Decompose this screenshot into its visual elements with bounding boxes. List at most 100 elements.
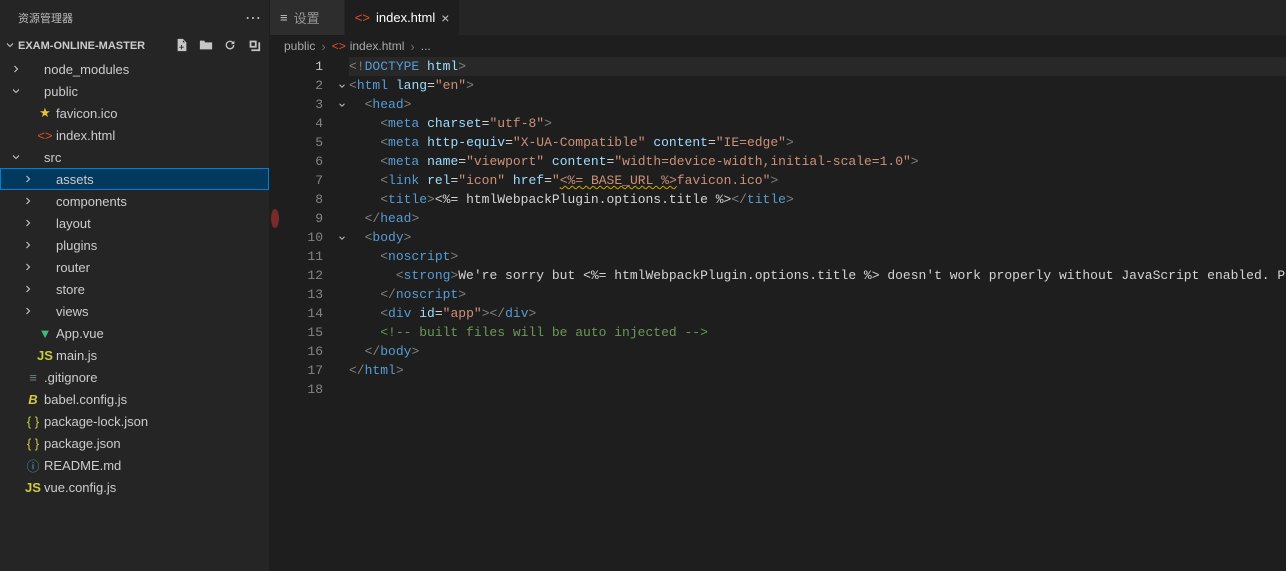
tree-folder[interactable]: views: [0, 300, 269, 322]
breakpoint-slot[interactable]: [270, 323, 280, 342]
breakpoint-slot[interactable]: [270, 228, 280, 247]
line-number[interactable]: 18: [280, 380, 323, 399]
code-line[interactable]: <body>: [349, 228, 1286, 247]
breakpoint-slot[interactable]: [270, 114, 280, 133]
code-line[interactable]: </noscript>: [349, 285, 1286, 304]
chevron-right-icon[interactable]: [20, 261, 36, 273]
tree-file[interactable]: Bbabel.config.js: [0, 388, 269, 410]
tab[interactable]: ≡设置×: [270, 0, 345, 35]
fold-marker[interactable]: [335, 285, 349, 304]
breakpoint-gutter[interactable]: [270, 57, 280, 571]
line-number[interactable]: 15: [280, 323, 323, 342]
line-number[interactable]: 11: [280, 247, 323, 266]
chevron-right-icon[interactable]: [20, 283, 36, 295]
chevron-right-icon[interactable]: [20, 195, 36, 207]
close-icon[interactable]: ×: [441, 10, 449, 26]
fold-marker[interactable]: [335, 171, 349, 190]
tree-folder[interactable]: router: [0, 256, 269, 278]
code-line[interactable]: </body>: [349, 342, 1286, 361]
refresh-icon[interactable]: [223, 38, 237, 55]
fold-marker[interactable]: [335, 133, 349, 152]
chevron-right-icon[interactable]: [20, 305, 36, 317]
code-line[interactable]: <head>: [349, 95, 1286, 114]
chevron-down-icon[interactable]: [8, 85, 24, 97]
tree-file[interactable]: ▼App.vue: [0, 322, 269, 344]
fold-marker[interactable]: [335, 323, 349, 342]
fold-marker[interactable]: [335, 361, 349, 380]
code-line[interactable]: </head>: [349, 209, 1286, 228]
code-line[interactable]: </html>: [349, 361, 1286, 380]
breakpoint-slot[interactable]: [270, 171, 280, 190]
editor[interactable]: 123456789101112131415161718 <!DOCTYPE ht…: [270, 57, 1286, 571]
line-number[interactable]: 6: [280, 152, 323, 171]
code-line[interactable]: <meta name="viewport" content="width=dev…: [349, 152, 1286, 171]
chevron-down-icon[interactable]: [8, 151, 24, 163]
code-line[interactable]: <div id="app"></div>: [349, 304, 1286, 323]
fold-marker[interactable]: [335, 304, 349, 323]
tree-file[interactable]: ⓘREADME.md: [0, 454, 269, 476]
breakpoint-slot[interactable]: [270, 247, 280, 266]
code-line[interactable]: <!DOCTYPE html>: [349, 57, 1286, 76]
line-number[interactable]: 3: [280, 95, 323, 114]
line-number[interactable]: 7: [280, 171, 323, 190]
breakpoint-slot[interactable]: [270, 152, 280, 171]
chevron-right-icon[interactable]: [20, 239, 36, 251]
chevron-right-icon[interactable]: [8, 63, 24, 75]
tree-file[interactable]: ≡.gitignore: [0, 366, 269, 388]
fold-marker[interactable]: [335, 266, 349, 285]
breakpoint-slot[interactable]: [270, 342, 280, 361]
breakpoint-slot[interactable]: [270, 285, 280, 304]
tree-folder[interactable]: plugins: [0, 234, 269, 256]
line-number[interactable]: 12: [280, 266, 323, 285]
tree-file[interactable]: { }package.json: [0, 432, 269, 454]
tree-folder[interactable]: layout: [0, 212, 269, 234]
tree-folder[interactable]: assets: [0, 168, 269, 190]
tree-file[interactable]: { }package-lock.json: [0, 410, 269, 432]
fold-marker[interactable]: [335, 342, 349, 361]
fold-marker[interactable]: [335, 76, 349, 95]
code-line[interactable]: <link rel="icon" href="<%= BASE_URL %>fa…: [349, 171, 1286, 190]
code-line[interactable]: <html lang="en">: [349, 76, 1286, 95]
breakpoint-slot[interactable]: [270, 57, 280, 76]
code-line[interactable]: <!-- built files will be auto injected -…: [349, 323, 1286, 342]
breakpoint-slot[interactable]: [270, 95, 280, 114]
breadcrumb-item[interactable]: <>index.html: [332, 39, 405, 53]
breakpoint-slot[interactable]: [270, 361, 280, 380]
code-area[interactable]: <!DOCTYPE html><html lang="en"> <head> <…: [349, 57, 1286, 571]
fold-marker[interactable]: [335, 152, 349, 171]
tree-folder[interactable]: node_modules: [0, 58, 269, 80]
chevron-right-icon[interactable]: [20, 217, 36, 229]
breadcrumb-item[interactable]: ...: [421, 39, 431, 53]
tree-folder[interactable]: store: [0, 278, 269, 300]
line-number[interactable]: 13: [280, 285, 323, 304]
fold-marker[interactable]: [335, 57, 349, 76]
line-number[interactable]: 14: [280, 304, 323, 323]
fold-marker[interactable]: [335, 114, 349, 133]
code-line[interactable]: <title><%= htmlWebpackPlugin.options.tit…: [349, 190, 1286, 209]
fold-marker[interactable]: [335, 228, 349, 247]
tree-file[interactable]: <>index.html: [0, 124, 269, 146]
fold-marker[interactable]: [335, 190, 349, 209]
tree-folder[interactable]: public: [0, 80, 269, 102]
breakpoint-slot[interactable]: [270, 266, 280, 285]
line-number[interactable]: 17: [280, 361, 323, 380]
tree-file[interactable]: ★favicon.ico: [0, 102, 269, 124]
fold-marker[interactable]: [335, 247, 349, 266]
breakpoint-slot[interactable]: [270, 209, 280, 228]
breadcrumb-item[interactable]: public: [284, 39, 315, 53]
line-number[interactable]: 2: [280, 76, 323, 95]
fold-marker[interactable]: [335, 95, 349, 114]
new-folder-icon[interactable]: [199, 38, 213, 55]
tree-file[interactable]: JSvue.config.js: [0, 476, 269, 498]
breakpoint-slot[interactable]: [270, 304, 280, 323]
code-line[interactable]: <noscript>: [349, 247, 1286, 266]
tree-folder[interactable]: components: [0, 190, 269, 212]
line-number[interactable]: 5: [280, 133, 323, 152]
new-file-icon[interactable]: [175, 38, 189, 55]
code-line[interactable]: <meta charset="utf-8">: [349, 114, 1286, 133]
breakpoint-slot[interactable]: [270, 380, 280, 399]
line-number[interactable]: 10: [280, 228, 323, 247]
tree-file[interactable]: JSmain.js: [0, 344, 269, 366]
breakpoint-slot[interactable]: [270, 76, 280, 95]
sidebar-more-icon[interactable]: ⋯: [245, 8, 261, 28]
